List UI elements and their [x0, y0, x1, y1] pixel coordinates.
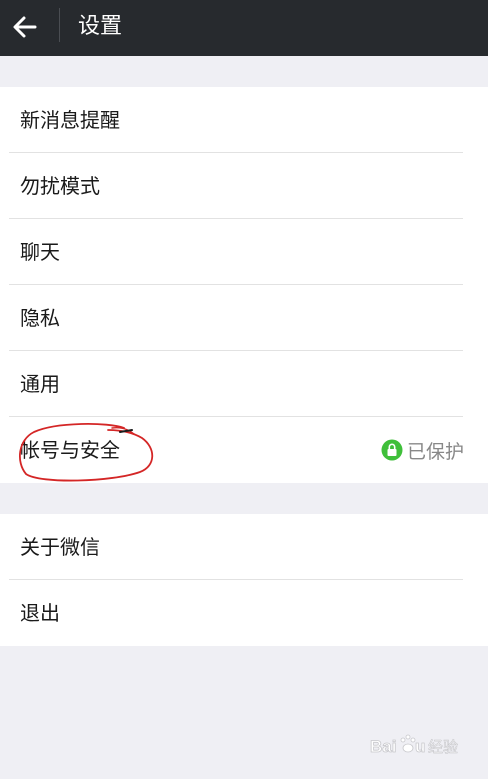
settings-item-account-security[interactable]: 帐号与安全 已保护 — [0, 417, 488, 483]
settings-item-logout[interactable]: 退出 — [0, 580, 488, 646]
settings-item-do-not-disturb[interactable]: 勿扰模式 — [0, 153, 488, 219]
baidu-watermark-logo: Bai u 经验 — [370, 734, 458, 756]
settings-item-privacy[interactable]: 隐私 — [0, 285, 488, 351]
arrow-left-icon — [13, 16, 37, 38]
settings-group-secondary: 关于微信 退出 — [0, 514, 488, 646]
settings-item-label: 关于微信 — [20, 535, 100, 559]
svg-text:u: u — [415, 737, 425, 756]
back-button[interactable] — [0, 0, 52, 56]
settings-item-label: 退出 — [20, 601, 60, 625]
settings-item-label: 聊天 — [20, 240, 60, 264]
status-text: 已保护 — [406, 440, 464, 463]
settings-item-label: 勿扰模式 — [20, 174, 100, 198]
header-divider — [59, 8, 60, 42]
protection-status: 已保护 — [381, 417, 464, 483]
app-bar: 设置 — [0, 0, 488, 56]
settings-item-label: 帐号与安全 — [20, 438, 120, 462]
lock-icon — [381, 439, 403, 461]
settings-item-label: 通用 — [20, 372, 60, 396]
settings-item-new-message-notification[interactable]: 新消息提醒 — [0, 87, 488, 153]
settings-item-label: 隐私 — [20, 306, 60, 330]
settings-group-main: 新消息提醒 勿扰模式 聊天 隐私 通用 帐号与安全 已保护 — [0, 87, 488, 483]
svg-text:Bai: Bai — [370, 737, 396, 756]
settings-item-general[interactable]: 通用 — [0, 351, 488, 417]
page-title: 设置 — [78, 14, 123, 39]
settings-item-chat[interactable]: 聊天 — [0, 219, 488, 285]
settings-item-about-wechat[interactable]: 关于微信 — [0, 514, 488, 580]
svg-text:经验: 经验 — [428, 738, 458, 756]
settings-item-label: 新消息提醒 — [20, 108, 120, 132]
